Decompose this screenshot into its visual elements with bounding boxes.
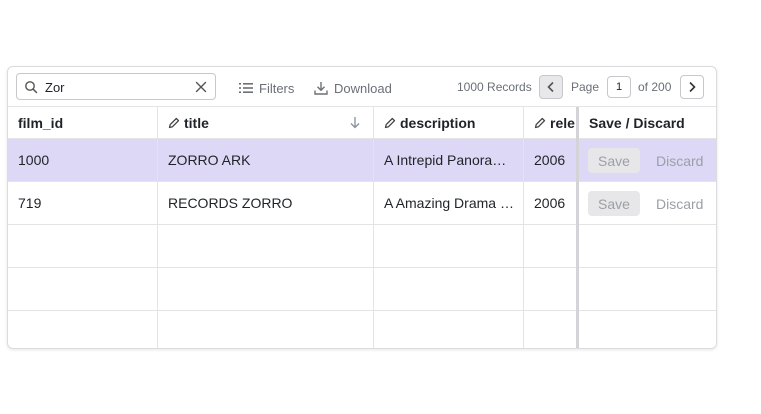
cell-text: RECORDS ZORRO [168,195,293,211]
empty-cell [8,268,158,310]
empty-action-row [579,225,716,268]
cell-film-id[interactable]: 1000 [8,139,158,181]
column-header-label: Save / Discard [589,114,685,131]
search-box[interactable] [16,73,216,100]
column-header-description[interactable]: description [374,107,524,139]
cell-description[interactable]: A Intrepid Panorama of a Mad Scientist [374,139,524,181]
clear-search-icon[interactable] [194,80,208,94]
empty-cell [524,311,578,348]
column-header-release-year[interactable]: rele [524,107,578,139]
save-button[interactable]: Save [588,191,640,216]
cell-release-year[interactable]: 2006 [524,182,578,224]
cell-text: 719 [18,195,42,211]
filters-label: Filters [259,80,295,96]
chevron-right-icon [689,81,696,93]
page-total: of 200 [638,80,672,94]
empty-cell [374,311,524,348]
download-icon [314,82,328,95]
empty-cell [158,225,374,267]
cell-text: ZORRO ARK [168,152,251,168]
sort-descending-icon[interactable] [349,116,361,129]
cell-text: 2006 [534,152,566,168]
empty-cell [374,268,524,310]
column-header-label: rele [550,115,575,131]
pencil-icon [384,117,396,129]
empty-cell [8,225,158,267]
records-count: 1000 Records [457,80,532,94]
action-row: Save Discard [579,182,716,225]
cell-text: A Intrepid Panorama of a Mad Scientist [384,152,515,168]
pinned-actions-column: Save / Discard Save Discard Save Discard [576,107,716,348]
download-label: Download [334,80,392,96]
next-page-button[interactable] [680,75,704,99]
chevron-left-icon [547,81,554,93]
empty-cell [524,225,578,267]
cell-description[interactable]: A Amazing Drama of a Mad Scientist [374,182,524,224]
column-header-title[interactable]: title [158,107,374,139]
save-button[interactable]: Save [588,148,640,173]
discard-button[interactable]: Discard [656,148,703,173]
empty-cell [158,311,374,348]
pencil-icon [534,117,546,129]
cell-title[interactable]: ZORRO ARK [158,139,374,181]
empty-cell [374,225,524,267]
data-grid: Filters Download 1000 Records Page of 20… [7,66,717,349]
page-label: Page [571,80,600,94]
search-icon [25,81,38,94]
cell-title[interactable]: RECORDS ZORRO [158,182,374,224]
cell-film-id[interactable]: 719 [8,182,158,224]
previous-page-button[interactable] [539,75,563,99]
empty-cell [158,268,374,310]
empty-cell [8,311,158,348]
filters-button[interactable]: Filters [239,79,294,97]
cell-text: 2006 [534,195,566,211]
column-header-save-discard: Save / Discard [579,107,716,139]
page-number-input[interactable] [607,76,631,98]
column-header-label: description [400,115,476,131]
cell-text: A Amazing Drama of a Mad Scientist [384,195,515,211]
cell-release-year[interactable]: 2006 [524,139,578,181]
empty-cell [524,268,578,310]
action-row: Save Discard [579,139,716,182]
filter-list-icon [239,83,253,93]
search-input[interactable] [45,77,191,97]
column-header-label: film_id [18,115,64,131]
empty-action-row [579,311,716,348]
pencil-icon [168,117,180,129]
download-button[interactable]: Download [314,79,392,97]
discard-button[interactable]: Discard [656,191,703,216]
empty-action-row [579,268,716,311]
column-header-label: title [184,115,209,131]
column-header-film-id[interactable]: film_id [8,107,158,139]
cell-text: 1000 [18,152,50,168]
grid-toolbar: Filters Download 1000 Records Page of 20… [8,67,716,107]
